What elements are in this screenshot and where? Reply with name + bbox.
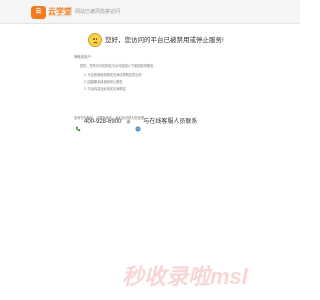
logo-badge: 云 bbox=[31, 5, 46, 19]
reason-intro-text: 您好，您所访问的网站平台可能因以下原因暂停服务： bbox=[80, 64, 157, 68]
header-title: 网站已被风险禁访问 bbox=[75, 9, 121, 15]
watermark-text: 秒收录啦msl bbox=[122, 264, 248, 289]
contact-separator: 或 bbox=[126, 119, 131, 124]
contact-row: 400-928-6900 或 与在线客服人员联系 bbox=[75, 118, 197, 132]
phone-number[interactable]: 400-928-6900 bbox=[84, 118, 121, 126]
reason-item: 3. 平台内容违反相关法律规定 bbox=[84, 87, 126, 91]
face-right-eye bbox=[95, 38, 97, 40]
notice-content: 尊敬的用户： 您好，您所访问的网站平台可能因以下原因暂停服务： 1. 平台违规使… bbox=[74, 54, 224, 121]
reason-item: 2. 因超期未续费而停止服务 bbox=[84, 80, 123, 84]
chat-icon bbox=[135, 119, 141, 132]
top-header: 云 云学堂 yunxuetang.com 网站已被风险禁访问 bbox=[0, 0, 300, 24]
notice-headline: 您好，您访问的平台已被禁用或停止服务! bbox=[105, 37, 224, 44]
reason-list: 1. 平台违规使用相关法律法规规定的业务 2. 因超期未续费而停止服务 3. 平… bbox=[84, 72, 224, 93]
logo-subtext: yunxuetang.com bbox=[48, 13, 71, 17]
reason-item: 1. 平台违规使用相关法律法规规定的业务 bbox=[84, 73, 142, 77]
face-mouth bbox=[93, 42, 98, 45]
sad-face-icon bbox=[88, 33, 102, 47]
brand-logo[interactable]: 云 云学堂 bbox=[31, 4, 72, 20]
phone-icon bbox=[75, 119, 81, 132]
face-left-eye bbox=[93, 38, 95, 40]
online-chat-link[interactable]: 与在线客服人员联系 bbox=[143, 118, 197, 126]
greeting-text: 尊敬的用户： bbox=[74, 55, 95, 59]
header-divider bbox=[71, 7, 72, 17]
page-root: 云 云学堂 yunxuetang.com 网站已被风险禁访问 您好，您访问的平台… bbox=[0, 0, 300, 300]
